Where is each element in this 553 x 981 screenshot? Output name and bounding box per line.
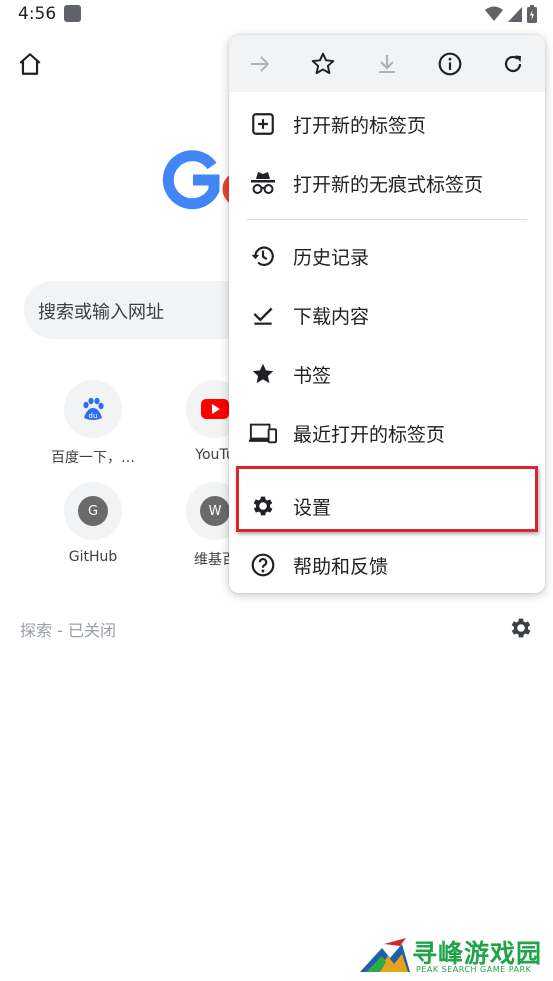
- status-bar: 4:56: [0, 0, 553, 30]
- page-info-button[interactable]: [435, 49, 465, 79]
- menu-item-new-tab[interactable]: 打开新的标签页: [229, 95, 545, 153]
- new-tab-icon: [249, 110, 277, 138]
- menu-item-label: 书签: [293, 364, 332, 387]
- downloads-icon: [249, 301, 277, 329]
- letter-badge: W: [200, 496, 230, 526]
- forward-button[interactable]: [245, 49, 275, 79]
- youtube-icon: [201, 399, 229, 419]
- google-logo: [160, 140, 230, 220]
- wifi-icon: [485, 6, 503, 21]
- menu-item-label: 下载内容: [293, 305, 370, 328]
- menu-item-label: 最近打开的标签页: [293, 423, 446, 446]
- home-button[interactable]: [14, 48, 46, 80]
- incognito-icon: [249, 169, 277, 197]
- baidu-icon: du: [83, 397, 104, 420]
- shortcut-icon-circle: du: [64, 380, 122, 438]
- shortcut-icon-circle: G: [64, 482, 122, 540]
- settings-highlight-box: [236, 466, 538, 532]
- menu-item-downloads[interactable]: 下载内容: [229, 286, 545, 344]
- menu-item-label: 打开新的无痕式标签页: [293, 173, 484, 196]
- menu-item-label: 帮助和反馈: [293, 555, 389, 578]
- forward-icon: [251, 56, 270, 72]
- shortcut-tile[interactable]: G GitHub: [33, 482, 153, 565]
- menu-item-help-feedback[interactable]: 帮助和反馈: [229, 536, 545, 593]
- history-icon: [249, 242, 277, 270]
- cell-signal-icon: [508, 7, 522, 22]
- watermark: 寻峰游戏园 PEAK SEARCH GAME PARK: [360, 934, 550, 978]
- menu-item-history[interactable]: 历史记录: [229, 227, 545, 285]
- home-icon: [19, 53, 41, 75]
- star-outline-icon: [311, 52, 335, 75]
- recent-tabs-icon: [249, 419, 277, 447]
- download-icon: [379, 55, 395, 73]
- shortcut-label: GitHub: [68, 549, 118, 565]
- search-placeholder: 搜索或输入网址: [38, 302, 164, 323]
- refresh-button[interactable]: [498, 49, 528, 79]
- gear-icon: [511, 618, 531, 638]
- download-button[interactable]: [372, 49, 402, 79]
- refresh-icon: [504, 55, 522, 73]
- menu-item-recent-tabs[interactable]: 最近打开的标签页: [229, 404, 545, 462]
- menu-item-label: 打开新的标签页: [293, 114, 427, 137]
- discover-settings-button[interactable]: [508, 615, 534, 641]
- menu-item-bookmarks[interactable]: 书签: [229, 345, 545, 403]
- menu-item-new-incognito-tab[interactable]: 打开新的无痕式标签页: [229, 154, 545, 212]
- status-time: 4:56: [18, 4, 57, 24]
- watermark-logo-icon: [360, 938, 410, 972]
- menu-item-label: 历史记录: [293, 246, 370, 269]
- bookmark-star-icon: [249, 360, 277, 388]
- notification-icon: [64, 5, 81, 22]
- discover-label: 探索 - 已关闭: [20, 621, 116, 640]
- bookmark-button[interactable]: [308, 49, 338, 79]
- menu-divider: [247, 219, 527, 220]
- status-icons: [485, 5, 537, 23]
- help-icon: [249, 551, 277, 579]
- info-icon: [438, 52, 462, 76]
- shortcut-label: 百度一下，…: [51, 450, 135, 466]
- watermark-subtitle: PEAK SEARCH GAME PARK: [416, 965, 532, 974]
- menu-toolbar: [229, 35, 545, 92]
- shortcut-tile[interactable]: du 百度一下，…: [33, 380, 153, 467]
- svg-text:du: du: [89, 412, 98, 420]
- battery-icon: [527, 5, 537, 23]
- letter-badge: G: [78, 496, 108, 526]
